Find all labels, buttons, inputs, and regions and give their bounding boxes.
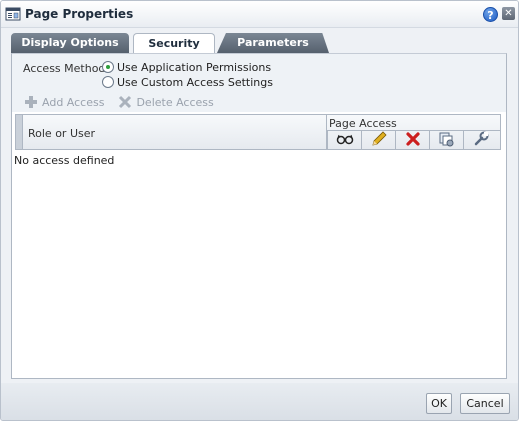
tab-label: Display Options — [21, 36, 119, 49]
radio-use-custom-access-settings[interactable]: Use Custom Access Settings — [102, 75, 273, 89]
permission-edit-column[interactable] — [361, 130, 395, 150]
access-method-label: Access Method — [23, 62, 106, 75]
cancel-label: Cancel — [466, 397, 504, 410]
access-table-header: Role or User Page Access — [15, 114, 501, 150]
close-icon[interactable]: ✕ — [502, 7, 515, 20]
delete-access-button[interactable]: Delete Access — [118, 95, 214, 109]
delete-access-label: Delete Access — [136, 95, 214, 109]
radio-button-unchecked[interactable] — [102, 76, 114, 88]
delete-icon — [118, 95, 132, 109]
column-header-page-access: Page Access — [329, 117, 397, 130]
cancel-button[interactable]: Cancel — [460, 393, 510, 414]
access-toolbar: Add Access Delete Access — [24, 94, 228, 110]
tab-display-options[interactable]: Display Options — [11, 33, 129, 53]
add-icon — [24, 95, 38, 109]
radio-button-checked[interactable] — [102, 61, 114, 73]
manage-icon — [473, 131, 489, 150]
tab-bar: Display Options Security Parameters — [11, 33, 506, 54]
add-access-button[interactable]: Add Access — [24, 95, 104, 109]
page-properties-icon — [5, 6, 21, 22]
radio-use-application-permissions[interactable]: Use Application Permissions — [102, 60, 271, 74]
radio-label: Use Custom Access Settings — [117, 75, 273, 89]
permission-manage-column[interactable] — [463, 131, 497, 149]
permission-view-column[interactable] — [327, 131, 361, 149]
add-access-label: Add Access — [42, 95, 105, 109]
permission-delete-column[interactable] — [395, 131, 429, 149]
help-icon[interactable]: ? — [483, 7, 498, 22]
tab-label: Parameters — [237, 36, 309, 49]
column-header-role-or-user: Role or User — [28, 127, 96, 140]
empty-table-message: No access defined — [14, 154, 115, 167]
edit-icon — [371, 130, 387, 150]
dialog-title: Page Properties — [25, 7, 134, 21]
tab-parameters[interactable]: Parameters — [217, 33, 329, 53]
permission-personalize-column[interactable] — [429, 131, 463, 149]
view-icon — [336, 133, 354, 148]
ok-button[interactable]: OK — [426, 393, 452, 414]
ok-label: OK — [431, 397, 447, 410]
delete-icon — [405, 131, 420, 149]
personalize-icon — [439, 131, 455, 150]
column-grip — [16, 115, 23, 149]
tab-label: Security — [148, 37, 200, 50]
tab-security[interactable]: Security — [133, 33, 215, 54]
security-panel-body: Access Method Use Application Permission… — [12, 54, 506, 376]
dialog-titlebar: Page Properties ? ✕ — [1, 1, 518, 28]
page-properties-dialog: Page Properties ? ✕ Display Options Secu… — [0, 0, 519, 421]
radio-label: Use Application Permissions — [117, 60, 272, 74]
security-panel: Access Method Use Application Permission… — [11, 53, 507, 379]
